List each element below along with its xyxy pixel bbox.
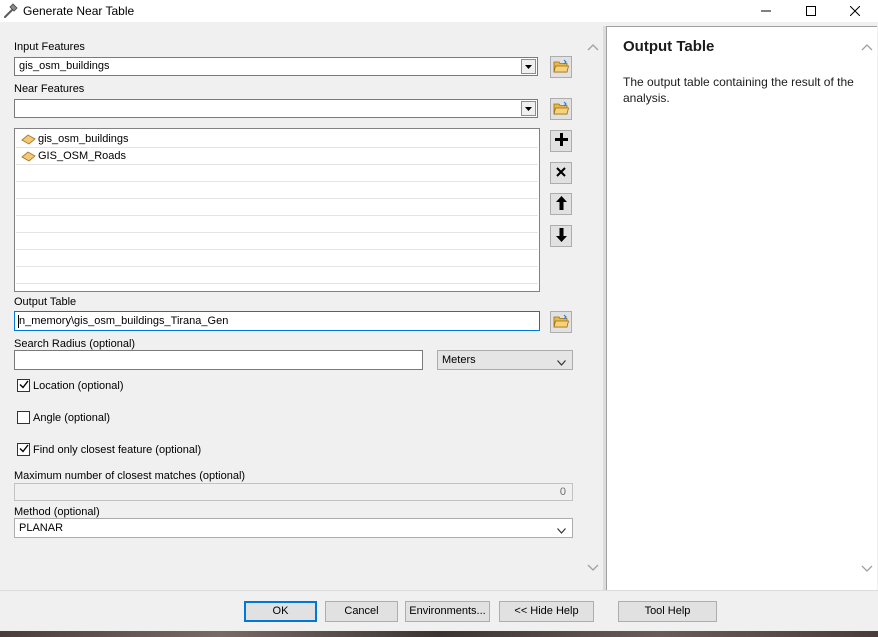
near-features-label: Near Features <box>14 83 85 95</box>
move-up-button[interactable] <box>550 193 572 215</box>
output-table-input[interactable]: n_memory\gis_osm_buildings_Tirana_Gen <box>14 311 540 331</box>
scroll-down-icon[interactable] <box>587 563 599 575</box>
empty-row <box>16 216 538 233</box>
hide-help-button[interactable]: << Hide Help <box>499 601 594 622</box>
output-table-value: n_memory\gis_osm_buildings_Tirana_Gen <box>19 315 229 327</box>
input-features-value: gis_osm_buildings <box>19 60 110 72</box>
checkmark-icon <box>19 380 29 392</box>
add-icon <box>554 133 568 149</box>
angle-checkbox[interactable] <box>17 411 30 424</box>
polygon-layer-icon <box>21 151 36 165</box>
chevron-down-icon <box>557 357 566 369</box>
close-button[interactable] <box>832 0 878 22</box>
move-down-button[interactable] <box>550 225 572 247</box>
max-matches-value: 0 <box>559 486 566 498</box>
open-folder-icon <box>553 101 570 118</box>
chevron-down-icon <box>557 525 566 537</box>
input-features-combo[interactable]: gis_osm_buildings <box>14 57 538 76</box>
desktop-background <box>0 631 878 637</box>
help-title: Output Table <box>623 38 715 55</box>
list-item-label: GIS_OSM_Roads <box>38 150 127 162</box>
add-row-button[interactable] <box>550 130 572 152</box>
linear-unit-select[interactable]: Meters <box>437 350 573 370</box>
polygon-layer-icon <box>21 134 36 148</box>
maximize-button[interactable] <box>788 0 834 22</box>
tool-help-button[interactable]: Tool Help <box>618 601 717 622</box>
remove-row-button[interactable] <box>550 162 572 184</box>
search-radius-label: Search Radius (optional) <box>14 338 136 350</box>
list-item-label: gis_osm_buildings <box>38 133 129 145</box>
close-icon <box>850 6 860 16</box>
max-matches-input[interactable]: 0 <box>14 483 573 501</box>
remove-icon <box>556 166 566 180</box>
title-bar: Generate Near Table <box>0 0 878 22</box>
output-table-browse-button[interactable] <box>550 311 572 333</box>
environments-button[interactable]: Environments... <box>405 601 490 622</box>
scroll-down-icon[interactable] <box>861 564 873 576</box>
near-features-browse-button[interactable] <box>550 98 572 120</box>
empty-row <box>16 267 538 284</box>
scroll-up-icon[interactable] <box>587 42 599 54</box>
angle-label[interactable]: Angle (optional) <box>33 412 110 424</box>
method-label: Method (optional) <box>14 506 100 518</box>
input-features-label: Input Features <box>14 41 85 53</box>
minimize-button[interactable] <box>743 0 789 22</box>
linear-unit-value: Meters <box>442 354 476 366</box>
move-down-icon <box>555 227 567 245</box>
max-matches-label: Maximum number of closest matches (optio… <box>14 470 246 482</box>
window-title: Generate Near Table <box>23 4 135 18</box>
cancel-button[interactable]: Cancel <box>325 601 398 622</box>
output-table-label: Output Table <box>14 296 77 308</box>
near-features-combo[interactable] <box>14 99 538 118</box>
open-folder-icon <box>553 314 570 331</box>
list-item[interactable]: GIS_OSM_Roads <box>16 148 538 165</box>
hammer-icon <box>3 3 19 19</box>
closest-label[interactable]: Find only closest feature (optional) <box>33 444 201 456</box>
empty-row <box>16 165 538 182</box>
scroll-up-icon[interactable] <box>861 42 873 54</box>
move-up-icon <box>555 195 567 213</box>
empty-row <box>16 182 538 199</box>
empty-row <box>16 199 538 216</box>
minimize-icon <box>761 6 771 16</box>
closest-checkbox[interactable] <box>17 443 30 456</box>
ok-button[interactable]: OK <box>244 601 317 622</box>
location-label[interactable]: Location (optional) <box>33 380 124 392</box>
method-select[interactable]: PLANAR <box>14 518 573 538</box>
empty-row <box>16 250 538 267</box>
help-text: The output table containing the result o… <box>623 75 854 105</box>
open-folder-icon <box>553 59 570 76</box>
search-radius-input[interactable] <box>14 350 423 370</box>
input-features-browse-button[interactable] <box>550 56 572 78</box>
checkmark-icon <box>19 444 29 456</box>
location-checkbox[interactable] <box>17 379 30 392</box>
list-item[interactable]: gis_osm_buildings <box>16 131 538 148</box>
near-features-list[interactable]: gis_osm_buildings GIS_OSM_Roads <box>14 128 540 292</box>
dropdown-arrow-icon[interactable] <box>521 101 536 116</box>
help-pane: Output Table The output table containing… <box>606 26 877 590</box>
empty-row <box>16 233 538 250</box>
maximize-icon <box>806 6 816 16</box>
parameters-scrollbar[interactable] <box>583 22 603 590</box>
method-value: PLANAR <box>19 522 64 534</box>
dropdown-arrow-icon[interactable] <box>521 59 536 74</box>
